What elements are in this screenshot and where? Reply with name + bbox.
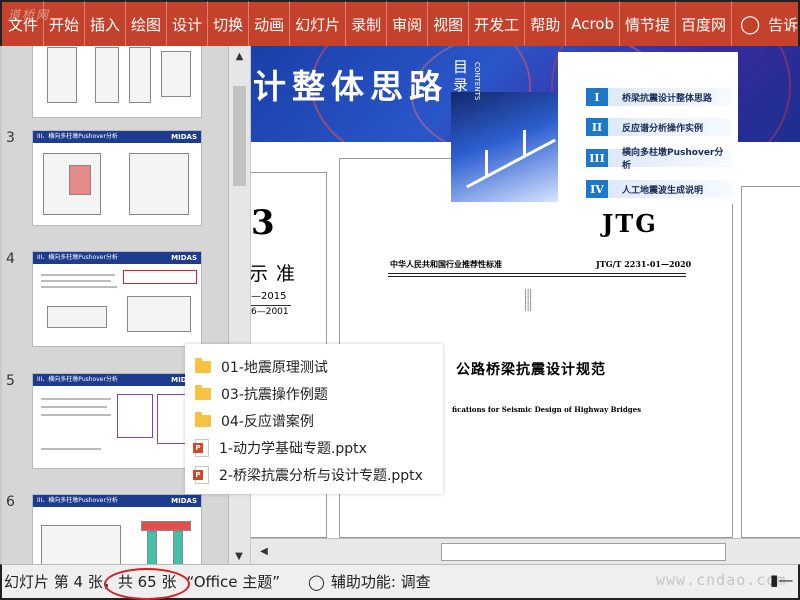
file-list-item[interactable]: 04-反应谱案例 (195, 409, 314, 433)
accessibility-icon: ◯ (308, 572, 325, 591)
scroll-down-arrow-icon[interactable]: ▼ (231, 549, 247, 565)
file-name: 03-抗震操作例题 (221, 387, 328, 403)
tab-review[interactable]: 审阅 (387, 1, 429, 47)
slide-number: 3 (6, 130, 15, 146)
thumbnail-title: III、横向多柱墩Pushover分析 (37, 497, 118, 504)
doc-code-year: —2015 (251, 291, 287, 302)
file-name: 1-动力学基础专题.pptx (219, 441, 367, 457)
slide-number: 6 (6, 494, 15, 510)
slide-thumbnail[interactable]: III、横向多柱墩Pushover分析 MIDAS (32, 130, 202, 226)
doc-large-number: 3 (251, 203, 275, 243)
tab-view[interactable]: 视图 (428, 1, 470, 47)
doc-code-old: 6—2001 (251, 307, 289, 317)
toc-item-number: I (586, 88, 608, 106)
file-name: 04-反应谱案例 (221, 414, 314, 430)
midas-logo: MIDAS (171, 497, 197, 505)
slide-number: 5 (6, 373, 15, 389)
tab-acrobat[interactable]: Acrob (566, 1, 620, 47)
tab-slideshow[interactable]: 幻灯片 (290, 1, 347, 47)
toc-item-label: 反应谱分析操作实例 (608, 118, 732, 136)
theme-name: “Office 主题” (186, 573, 281, 591)
toc-item-number: III (586, 149, 608, 167)
file-name: 01-地震原理测试 (221, 360, 328, 376)
tab-draw[interactable]: 绘图 (126, 1, 168, 47)
toc-item: II 反应谱分析操作实例 (586, 118, 732, 136)
scroll-left-arrow-icon[interactable]: ◀ (255, 543, 273, 561)
doc-english-title: fications for Seismic Design of Highway … (452, 405, 642, 414)
tab-insert[interactable]: 插入 (85, 1, 127, 47)
accessibility-label: 辅助功能: 调查 (330, 573, 431, 591)
jtg-logo: JTG (602, 209, 658, 238)
thumbnail-title: III、横向多柱墩Pushover分析 (37, 376, 118, 383)
tab-developer[interactable]: 开发工 (469, 1, 526, 47)
toc-item: III 横向多柱墩Pushover分析 (586, 148, 732, 171)
file-list-popup: 01-地震原理测试 03-抗震操作例题 04-反应谱案例 1-动力学基础专题.p… (185, 344, 443, 494)
tab-help[interactable]: 帮助 (525, 1, 567, 47)
file-list-item[interactable]: 1-动力学基础专题.pptx (193, 436, 367, 460)
doc-title: 公路桥梁抗震设计规范 (456, 362, 606, 378)
status-bar: 幻灯片 第 4 张，共 65 张 “Office 主题” ◯ 辅助功能: 调查 … (0, 564, 800, 600)
horizontal-scrollbar[interactable]: ◀ (251, 538, 800, 564)
doc-organization: 中华人民共和国行业推荐性标准 (390, 260, 502, 269)
slide-thumbnail[interactable] (32, 46, 202, 118)
toc-heading: 目录 (453, 58, 469, 94)
banner-title: 计整体思路 (253, 67, 448, 106)
midas-logo: MIDAS (171, 133, 197, 141)
powerpoint-file-icon (193, 439, 209, 457)
toc-item-number: IV (586, 180, 608, 198)
scrollbar-thumb[interactable] (441, 543, 726, 561)
toc-item-label: 人工地震波生成说明 (608, 180, 732, 198)
doc-standard-number: JTG/T 2231-01—2020 (596, 259, 692, 269)
doc-marks: ||| ||| ||| (524, 288, 533, 311)
powerpoint-file-icon (193, 466, 209, 484)
toc-item-label: 桥梁抗震设计整体思路 (608, 88, 732, 106)
scrollbar-thumb[interactable] (233, 86, 246, 186)
doc-standard-label: 示准 (251, 263, 304, 285)
toc-item-label: 横向多柱墩Pushover分析 (608, 148, 732, 171)
toc-item-number: II (586, 118, 608, 136)
tell-me-search[interactable]: 告诉 (768, 14, 798, 35)
thumbnail-title: III、横向多柱墩Pushover分析 (37, 133, 118, 140)
bridge-photo (451, 92, 561, 202)
tab-design[interactable]: 设计 (167, 1, 209, 47)
scroll-up-arrow-icon[interactable]: ▲ (229, 48, 250, 66)
slide-thumbnail[interactable]: III、横向多柱墩Pushover分析 MIDAS (32, 251, 202, 347)
tab-file[interactable]: 文件 (2, 1, 45, 47)
file-list-item[interactable]: 01-地震原理测试 (195, 355, 328, 379)
slide-count-indicator[interactable]: 幻灯片 第 4 张，共 65 张 (4, 571, 176, 592)
thumbnail-title: III、横向多柱墩Pushover分析 (37, 254, 118, 261)
tab-animations[interactable]: 动画 (249, 1, 291, 47)
slide-number: 4 (6, 251, 15, 267)
file-list-item[interactable]: 03-抗震操作例题 (195, 382, 328, 406)
ribbon-tab-bar: 文件 开始 插入 绘图 设计 切换 动画 幻灯片 录制 审阅 视图 开发工 帮助… (0, 0, 800, 47)
toc-card: I 桥梁抗震设计整体思路 II 反应谱分析操作实例 III 横向多柱墩Pusho… (558, 52, 738, 204)
folder-icon (195, 412, 211, 427)
midas-logo: MIDAS (171, 254, 197, 262)
tab-home[interactable]: 开始 (44, 1, 86, 47)
document-page-right (741, 186, 800, 538)
lightbulb-icon[interactable]: ◯ (732, 14, 768, 35)
toc-item: IV 人工地震波生成说明 (586, 180, 732, 198)
slide-thumbnail[interactable]: III、横向多柱墩Pushover分析 MIDAS (32, 494, 202, 570)
watermark-url: www.cndao.com (656, 571, 787, 589)
toc-item: I 桥梁抗震设计整体思路 (586, 88, 732, 106)
tab-storyboard[interactable]: 情节提 (620, 1, 676, 47)
accessibility-status[interactable]: ◯ 辅助功能: 调查 (308, 571, 431, 592)
zoom-slider-icon[interactable]: ▮— (770, 571, 793, 589)
folder-icon (195, 358, 211, 373)
file-list-item[interactable]: 2-桥梁抗震分析与设计专题.pptx (193, 463, 423, 487)
slide-thumbnail[interactable]: III、横向多柱墩Pushover分析MIDAS (32, 373, 202, 469)
folder-icon (195, 385, 211, 400)
tab-baidu-netdisk[interactable]: 百度网 (676, 1, 733, 47)
tab-record[interactable]: 录制 (346, 1, 388, 47)
file-name: 2-桥梁抗震分析与设计专题.pptx (219, 468, 423, 484)
tab-transitions[interactable]: 切换 (208, 1, 250, 47)
toc-contents-label: CONTENTS (473, 62, 481, 101)
